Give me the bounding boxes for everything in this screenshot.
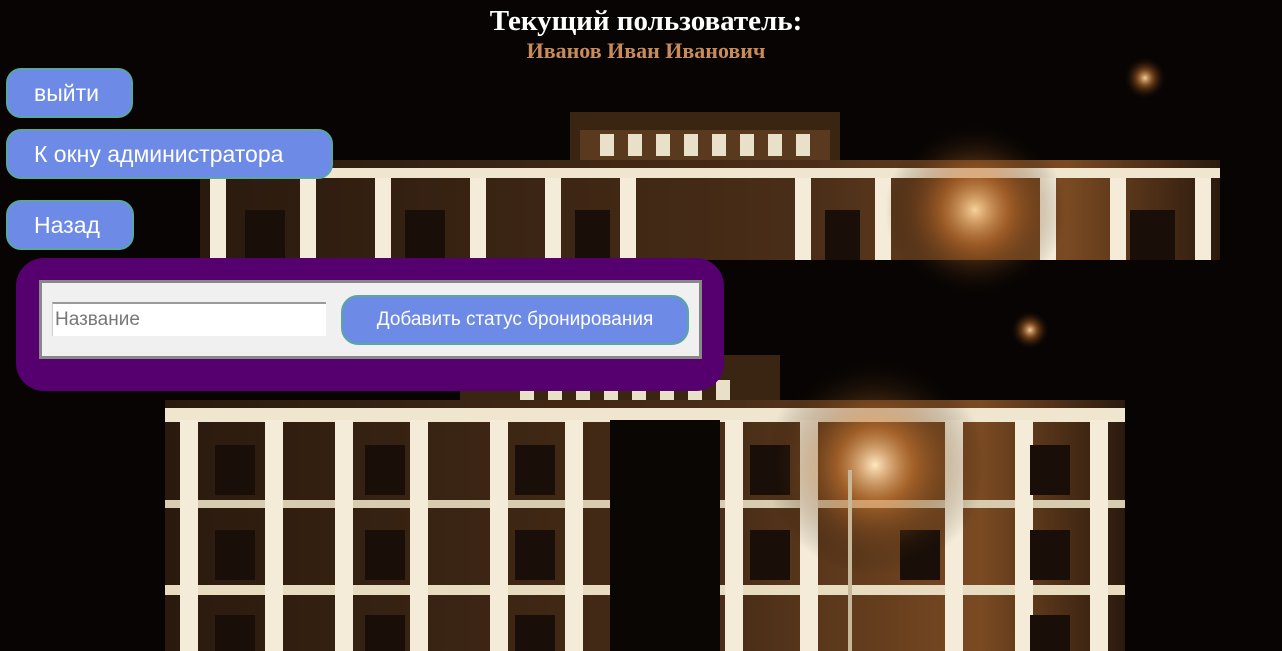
- add-booking-status-button[interactable]: Добавить статус бронирования: [341, 295, 689, 345]
- admin-window-button[interactable]: К окну администратора: [6, 129, 333, 179]
- back-button[interactable]: Назад: [6, 200, 134, 250]
- current-user-header: Текущий пользователь: Иванов Иван Иванов…: [0, 4, 1282, 64]
- logout-button[interactable]: выйти: [6, 68, 133, 118]
- current-user-name: Иванов Иван Иванович: [526, 38, 766, 63]
- page: Текущий пользователь: Иванов Иван Иванов…: [0, 0, 1282, 651]
- name-input[interactable]: [52, 302, 326, 336]
- add-booking-status-form: Добавить статус бронирования: [39, 280, 702, 359]
- add-booking-status-panel: Добавить статус бронирования: [16, 258, 724, 391]
- current-user-label: Текущий пользователь:: [489, 5, 803, 37]
